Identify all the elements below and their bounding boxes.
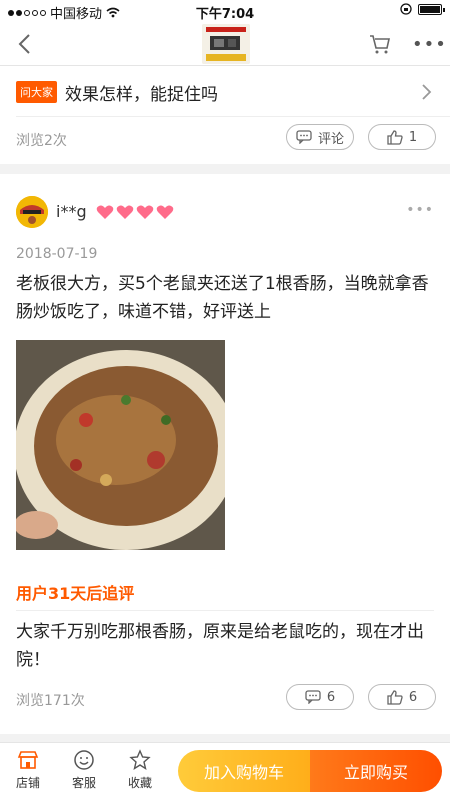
thumbs-up-icon bbox=[387, 689, 403, 705]
question-card[interactable]: 问大家 效果怎样，能捉住吗 浏览2次 评论 1 bbox=[0, 66, 450, 164]
review-photo[interactable] bbox=[16, 340, 225, 550]
review-more-icon[interactable]: ••• bbox=[406, 202, 434, 218]
store-label: 店铺 bbox=[15, 776, 40, 790]
heart-icon bbox=[156, 205, 174, 219]
like-count: 1 bbox=[408, 129, 418, 145]
comment-label: 评论 bbox=[317, 131, 344, 147]
divider bbox=[16, 116, 450, 117]
rotation-lock-icon bbox=[400, 3, 412, 15]
question-row[interactable]: 问大家 效果怎样，能捉住吗 bbox=[16, 78, 434, 106]
cart-icon[interactable] bbox=[368, 32, 392, 56]
customer-service-tab[interactable]: 客服 bbox=[64, 749, 104, 791]
review-text: 老板很大方，买5个老鼠夹还送了1根香肠，当晚就拿香肠炒饭吃了，味道不错，好评送上 bbox=[16, 274, 429, 322]
more-options-icon[interactable]: ••• bbox=[412, 34, 447, 55]
review-card: i**g ••• 2018-07-19 老板很大方，买5个老鼠夹还送了1根香肠，… bbox=[0, 174, 450, 734]
heart-icon bbox=[96, 205, 114, 219]
favorite-tab[interactable]: 收藏 bbox=[120, 749, 160, 791]
favorite-label: 收藏 bbox=[127, 776, 152, 790]
status-right bbox=[400, 3, 445, 15]
nav-bar: ••• bbox=[0, 22, 450, 66]
username: i**g bbox=[56, 202, 87, 221]
question-text: 效果怎样，能捉住吗 bbox=[65, 84, 218, 105]
comment-button[interactable]: 评论 bbox=[286, 124, 354, 150]
product-thumbnail[interactable] bbox=[202, 24, 250, 64]
service-label: 客服 bbox=[71, 776, 96, 790]
review-like-count: 6 bbox=[408, 689, 418, 705]
like-button[interactable]: 1 bbox=[368, 124, 436, 150]
followup-text: 大家千万别吃那根香肠，原来是给老鼠吃的，现在才出院！ bbox=[16, 622, 424, 670]
back-icon[interactable] bbox=[14, 32, 38, 56]
heart-icon bbox=[116, 205, 134, 219]
store-icon bbox=[17, 751, 39, 769]
chevron-right-icon bbox=[422, 84, 432, 100]
bottom-action-bar: 店铺 客服 收藏 加入购物车 立即购买 bbox=[0, 742, 450, 800]
ask-everyone-badge: 问大家 bbox=[16, 81, 57, 103]
buyer-level-hearts bbox=[96, 204, 174, 220]
status-bar: 中国移动 下午7:04 bbox=[0, 0, 450, 22]
heart-icon bbox=[136, 205, 154, 219]
review-comment-button[interactable]: 6 bbox=[286, 684, 354, 710]
store-tab[interactable]: 店铺 bbox=[8, 749, 48, 791]
followup-header: 用户31天后追评 bbox=[16, 584, 135, 603]
battery-icon bbox=[418, 3, 445, 15]
comment-icon bbox=[296, 130, 312, 144]
customer-service-icon bbox=[74, 750, 94, 770]
divider bbox=[16, 610, 434, 611]
star-icon bbox=[129, 749, 151, 771]
thumbs-up-icon bbox=[387, 129, 403, 145]
add-to-cart-button[interactable]: 加入购物车 bbox=[178, 750, 310, 792]
review-views: 浏览171次 bbox=[16, 693, 85, 709]
review-date: 2018-07-19 bbox=[16, 246, 98, 262]
clock: 下午7:04 bbox=[195, 7, 255, 22]
comment-icon bbox=[305, 690, 321, 704]
buy-now-button[interactable]: 立即购买 bbox=[310, 750, 442, 792]
avatar[interactable] bbox=[16, 196, 48, 228]
review-like-button[interactable]: 6 bbox=[368, 684, 436, 710]
question-views: 浏览2次 bbox=[16, 133, 67, 149]
review-comment-count: 6 bbox=[326, 689, 336, 705]
